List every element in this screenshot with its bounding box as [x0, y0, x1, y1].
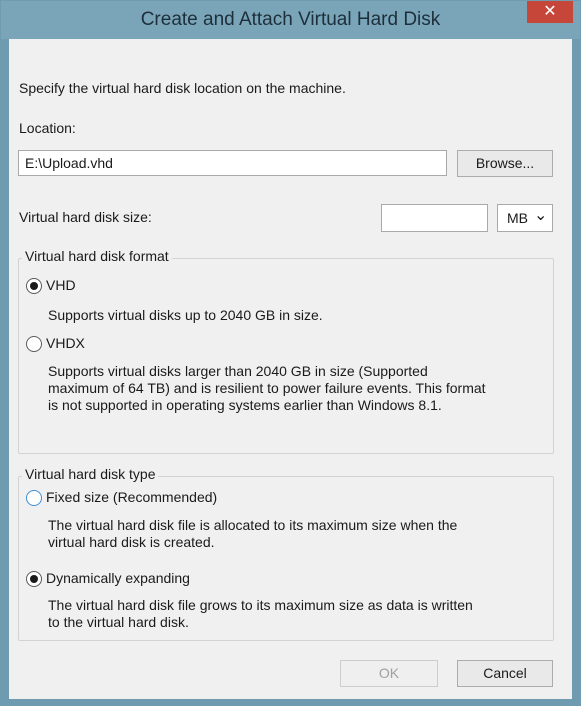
vhd-description: Supports virtual disks up to 2040 GB in … [48, 307, 323, 324]
type-group-legend: Virtual hard disk type [22, 466, 159, 482]
vhd-description-line: Supports virtual disks up to 2040 GB in … [48, 307, 323, 323]
vhdx-description: Supports virtual disks larger than 2040 … [48, 363, 486, 414]
dialog-window: Create and Attach Virtual Hard Disk ✕ Sp… [0, 0, 581, 706]
radio-dynamically-expanding-label: Dynamically expanding [46, 570, 190, 586]
radio-dynamically-expanding[interactable]: Dynamically expanding [26, 570, 286, 588]
vhdx-description-line: Supports virtual disks larger than 2040 … [48, 363, 428, 379]
fixed-size-description-line: virtual hard disk is created. [48, 534, 215, 550]
unit-select-value: MB [507, 210, 528, 226]
ok-button[interactable]: OK [340, 660, 438, 687]
chevron-down-icon: ⌄ [534, 207, 548, 224]
vhdx-description-line: maximum of 64 TB) and is resilient to po… [48, 380, 486, 396]
unit-select[interactable]: MB ⌄ [497, 204, 553, 232]
format-group-legend: Virtual hard disk format [22, 248, 172, 264]
radio-vhdx-button[interactable] [26, 336, 42, 352]
radio-fixed-size-button[interactable] [26, 490, 42, 506]
close-button[interactable]: ✕ [527, 1, 573, 23]
radio-vhd-button[interactable] [26, 278, 42, 294]
fixed-size-description-line: The virtual hard disk file is allocated … [48, 517, 458, 533]
cancel-button[interactable]: Cancel [457, 660, 553, 687]
radio-vhdx-label: VHDX [46, 335, 85, 351]
dialog-title: Create and Attach Virtual Hard Disk [140, 9, 441, 30]
location-label: Location: [19, 120, 76, 136]
intro-text: Specify the virtual hard disk location o… [19, 80, 346, 96]
dynamically-expanding-description-line: The virtual hard disk file grows to its … [48, 597, 473, 613]
radio-fixed-size[interactable]: Fixed size (Recommended) [26, 489, 286, 507]
browse-button[interactable]: Browse... [457, 150, 553, 177]
title-bar[interactable]: Create and Attach Virtual Hard Disk ✕ [1, 1, 580, 39]
close-icon: ✕ [543, 3, 557, 20]
radio-vhdx[interactable]: VHDX [26, 335, 226, 353]
dynamically-expanding-description-line: to the virtual hard disk. [48, 614, 189, 630]
fixed-size-description: The virtual hard disk file is allocated … [48, 517, 457, 551]
size-input[interactable] [381, 204, 488, 232]
dialog-body: Specify the virtual hard disk location o… [9, 39, 572, 699]
vhdx-description-line: is not supported in operating systems ea… [48, 397, 442, 413]
radio-vhd-label: VHD [46, 277, 76, 293]
radio-dynamically-expanding-button[interactable] [26, 571, 42, 587]
location-input[interactable] [18, 150, 447, 176]
dynamically-expanding-description: The virtual hard disk file grows to its … [48, 597, 473, 631]
radio-vhd[interactable]: VHD [26, 277, 226, 295]
size-label: Virtual hard disk size: [19, 209, 152, 225]
radio-fixed-size-label: Fixed size (Recommended) [46, 489, 218, 505]
